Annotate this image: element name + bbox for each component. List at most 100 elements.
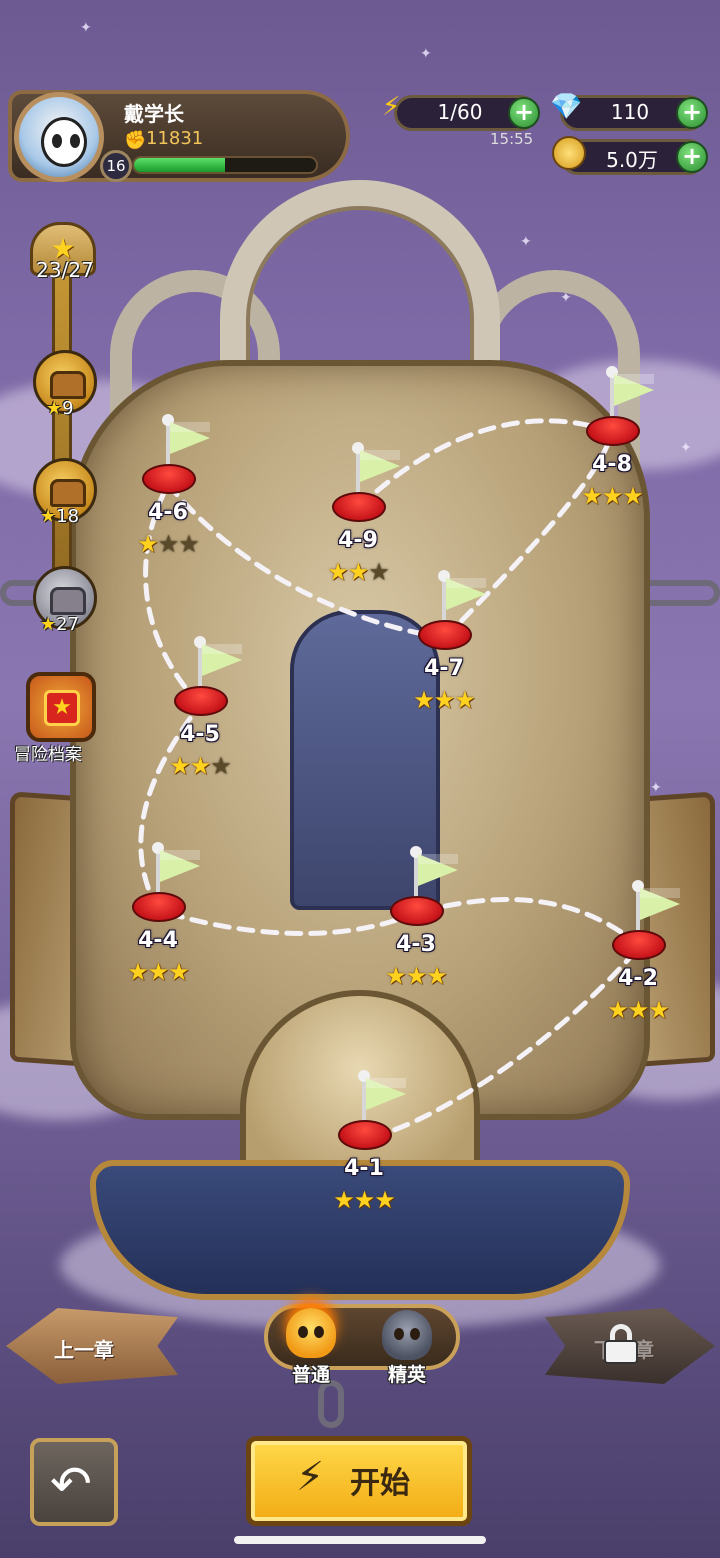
archive-star-icon: ★ xyxy=(44,690,80,726)
chest-1-requirement: ★9 xyxy=(46,398,74,419)
star-filled-icon: ★ xyxy=(147,958,169,986)
level-pad xyxy=(586,416,640,446)
level-stars: ★★★ xyxy=(108,958,208,986)
level-node-4-6[interactable]: 4-6 ★★★ xyxy=(118,414,228,558)
level-label: 4-9 xyxy=(338,528,378,553)
chest-2-requirement: ★18 xyxy=(40,506,79,527)
return-arrow-icon: ↶ xyxy=(50,1455,92,1513)
level-stars: ★★★ xyxy=(118,530,218,558)
level-stars: ★★★ xyxy=(314,1186,414,1214)
level-pad xyxy=(142,464,196,494)
star-filled-icon: ★ xyxy=(385,962,406,990)
flag-icon xyxy=(446,578,486,610)
star-filled-icon: ★ xyxy=(413,686,434,714)
star-empty-icon: ★ xyxy=(210,752,231,780)
star-icon: ★ xyxy=(40,506,57,527)
level-node-4-2[interactable]: 4-2 ★★★ xyxy=(588,880,698,1024)
star-filled-icon: ★ xyxy=(137,530,158,558)
flag-icon xyxy=(366,1078,406,1110)
normal-mode-skull-icon[interactable] xyxy=(286,1308,336,1358)
star-filled-icon: ★ xyxy=(426,962,447,990)
level-stars: ★★★ xyxy=(588,996,688,1024)
player-power: 11831 xyxy=(146,128,204,149)
level-pad xyxy=(174,686,228,716)
star-empty-icon: ★ xyxy=(178,530,199,558)
star-filled-icon: ★ xyxy=(581,482,602,510)
chest-3-requirement-value: 27 xyxy=(56,614,80,635)
level-label: 4-5 xyxy=(180,722,220,747)
level-node-4-5[interactable]: 4-5 ★★★ xyxy=(150,636,260,780)
adventure-archive-button[interactable]: ★ xyxy=(26,672,96,742)
level-label: 4-2 xyxy=(618,966,658,991)
energy-timer: 15:55 xyxy=(490,130,534,148)
star-progress-count: 23/27 xyxy=(36,258,94,282)
flag-icon xyxy=(418,854,458,886)
level-label: 4-6 xyxy=(148,500,188,525)
level-pad xyxy=(332,492,386,522)
star-filled-icon: ★ xyxy=(601,482,623,510)
flag-icon xyxy=(160,850,200,882)
star-filled-icon: ★ xyxy=(127,958,148,986)
level-node-4-7[interactable]: 4-7 ★★★ xyxy=(394,570,504,714)
player-avatar[interactable] xyxy=(14,92,104,182)
coin-icon xyxy=(552,136,586,170)
start-button-label: 开始 xyxy=(350,1466,410,1501)
star-empty-icon: ★ xyxy=(368,558,389,586)
energy-value: 1/60 xyxy=(437,100,483,124)
star-filled-icon: ★ xyxy=(433,686,455,714)
star-filled-icon: ★ xyxy=(189,752,211,780)
flag-icon xyxy=(360,450,400,482)
star-filled-icon: ★ xyxy=(405,962,427,990)
flag-icon xyxy=(170,422,210,454)
level-node-4-1[interactable]: 4-1 ★★★ xyxy=(314,1070,424,1214)
level-pad xyxy=(338,1120,392,1150)
star-filled-icon: ★ xyxy=(607,996,628,1024)
treasure-chest-icon xyxy=(50,371,86,399)
lightning-icon: ⚡ xyxy=(296,1454,325,1500)
xp-bar-fill xyxy=(134,158,225,172)
fist-icon: ✊ xyxy=(124,130,147,151)
add-energy-button[interactable]: + xyxy=(508,97,540,129)
coins-value: 5.0万 xyxy=(606,148,658,172)
star-filled-icon: ★ xyxy=(327,558,348,586)
level-stars: ★★★ xyxy=(562,482,662,510)
chest-1-requirement-value: 9 xyxy=(62,398,74,419)
elite-mode-label[interactable]: 精英 xyxy=(388,1360,426,1387)
star-icon: ★ xyxy=(40,614,57,635)
normal-mode-label[interactable]: 普通 xyxy=(292,1360,330,1387)
star-empty-icon: ★ xyxy=(157,530,179,558)
avatar-face-icon xyxy=(41,117,87,167)
player-level-badge: 16 xyxy=(100,150,132,182)
star-icon: ★ xyxy=(46,398,63,419)
level-pad xyxy=(612,930,666,960)
level-stars: ★★★ xyxy=(366,962,466,990)
star-progress-rail xyxy=(52,240,72,620)
star-filled-icon: ★ xyxy=(454,686,475,714)
level-pad xyxy=(390,896,444,926)
level-stars: ★★★ xyxy=(308,558,408,586)
xp-bar xyxy=(132,156,318,174)
chest-3-requirement: ★27 xyxy=(40,614,79,635)
level-node-4-9[interactable]: 4-9 ★★★ xyxy=(308,442,418,586)
home-indicator[interactable] xyxy=(234,1536,486,1544)
player-name: 戴学长 xyxy=(124,102,184,126)
diamond-icon: 💎 xyxy=(550,92,583,122)
add-coins-button[interactable]: + xyxy=(676,141,708,173)
treasure-chest-icon xyxy=(50,587,86,615)
treasure-chest-icon xyxy=(50,479,86,507)
star-filled-icon: ★ xyxy=(333,1186,354,1214)
back-button[interactable]: ↶ xyxy=(30,1438,118,1526)
level-label: 4-1 xyxy=(344,1156,384,1181)
level-node-4-3[interactable]: 4-3 ★★★ xyxy=(366,846,476,990)
level-node-4-8[interactable]: 4-8 ★★★ xyxy=(562,366,672,510)
level-pad xyxy=(418,620,472,650)
star-filled-icon: ★ xyxy=(627,996,649,1024)
level-node-4-4[interactable]: 4-4 ★★★ xyxy=(108,842,218,986)
gems-value: 110 xyxy=(610,100,650,124)
adventure-archive-label: 冒险档案 xyxy=(14,745,82,765)
add-gems-button[interactable]: + xyxy=(676,97,708,129)
level-label: 4-3 xyxy=(396,932,436,957)
flag-icon xyxy=(640,888,680,920)
star-filled-icon: ★ xyxy=(648,996,669,1024)
elite-mode-skull-icon[interactable] xyxy=(382,1310,432,1360)
